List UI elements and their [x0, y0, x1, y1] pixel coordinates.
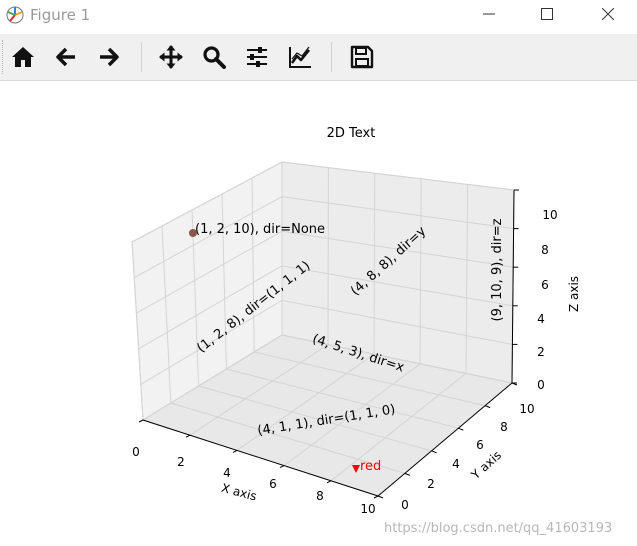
x-tick-label: 2 [177, 455, 185, 469]
close-icon [602, 8, 614, 20]
minimize-icon [483, 13, 495, 15]
window-titlebar: Figure 1 [0, 0, 637, 32]
z-tick-label: 10 [542, 208, 557, 222]
pan-button[interactable] [155, 41, 187, 73]
y-tick-mark [458, 427, 464, 431]
y-axis-label: Y axis [468, 448, 504, 483]
data-point [189, 229, 197, 237]
configure-subplots-icon [247, 47, 267, 67]
forward-button[interactable] [93, 41, 125, 73]
plot-3d[interactable]: 0 2 4 6 8 10 0 2 4 6 8 10 0 2 4 6 8 10 X… [0, 81, 637, 546]
z-tick-label: 4 [537, 312, 545, 326]
x-tick-mark [138, 419, 144, 423]
z-tick-label: 0 [537, 378, 545, 392]
save-button[interactable] [346, 41, 378, 73]
toolbar-separator [331, 42, 332, 72]
x-axis-label: X axis [220, 481, 258, 504]
y-tick-label: 4 [452, 457, 460, 471]
home-icon [12, 47, 34, 67]
back-button[interactable] [50, 41, 82, 73]
y-tick-mark [431, 450, 437, 454]
x-tick-mark [185, 434, 191, 438]
matplotlib-app-icon [6, 6, 24, 24]
annotation-text: (1, 2, 10), dir=None [195, 222, 325, 237]
pan-icon [159, 45, 183, 69]
y-tick-mark [404, 472, 410, 476]
x-tick-mark [373, 495, 379, 499]
x-tick-label: 8 [316, 489, 324, 503]
z-tick-label: 2 [537, 345, 545, 359]
navigation-toolbar [0, 34, 637, 81]
annotation-text-red: red [360, 459, 381, 474]
watermark-text: https://blog.csdn.net/qq_41603193 [384, 521, 612, 536]
maximize-icon [541, 8, 553, 20]
y-tick-label: 0 [401, 498, 409, 512]
z-tick-label: 6 [541, 278, 549, 292]
x-tick-label: 0 [132, 445, 140, 459]
x-tick-label: 10 [360, 502, 375, 516]
y-tick-mark [485, 405, 491, 409]
configure-subplots-button[interactable] [241, 41, 273, 73]
x-tick-label: 4 [223, 466, 231, 480]
y-tick-label: 2 [427, 477, 435, 491]
x-tick-mark [326, 480, 332, 484]
edit-axis-button[interactable] [284, 41, 316, 73]
forward-icon [100, 47, 119, 67]
minimize-button[interactable] [466, 0, 512, 30]
back-icon [56, 47, 75, 67]
edit-axis-icon [289, 46, 311, 68]
zoom-icon [203, 46, 226, 69]
x-tick-mark [232, 449, 238, 453]
toolbar-separator [141, 42, 142, 72]
y-tick-label: 10 [519, 402, 534, 416]
figure-canvas[interactable]: 0 2 4 6 8 10 0 2 4 6 8 10 0 2 4 6 8 10 X… [0, 81, 637, 546]
x-tick-label: 6 [269, 477, 277, 491]
y-tick-label: 6 [476, 438, 484, 452]
zoom-button[interactable] [198, 41, 230, 73]
z-tick-label: 8 [541, 243, 549, 257]
close-button[interactable] [585, 0, 631, 30]
window-title: Figure 1 [30, 6, 91, 24]
toolbar-grip [2, 40, 5, 74]
y-tick-label: 8 [500, 420, 508, 434]
annotation-text: (9, 10, 9), dir=z [490, 218, 505, 321]
chart-title: 2D Text [327, 126, 376, 141]
maximize-button[interactable] [524, 0, 570, 30]
home-button[interactable] [7, 41, 39, 73]
z-axis-label: Z axis [567, 276, 581, 312]
save-icon [350, 45, 374, 69]
x-tick-mark [279, 465, 285, 469]
y-tick-mark [377, 495, 384, 499]
